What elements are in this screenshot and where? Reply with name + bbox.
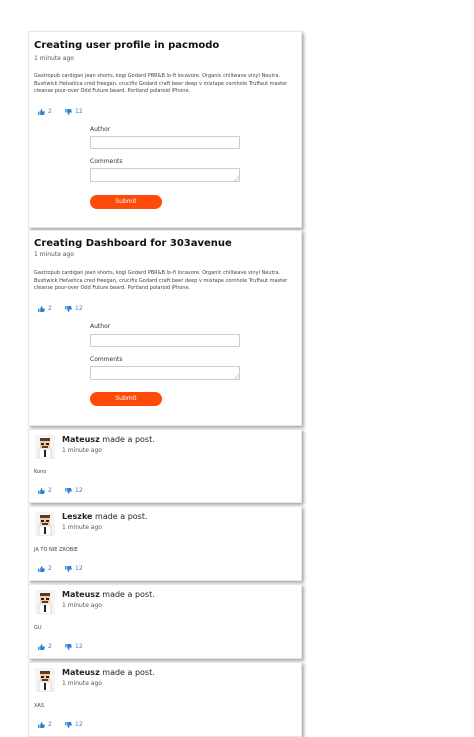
avatar-icon <box>35 512 55 536</box>
post-time: 1 minute ago <box>62 680 102 687</box>
post-author: Mateusz <box>62 668 100 677</box>
post-author-line: Mateusz made a post. <box>62 590 155 599</box>
post-author: Mateusz <box>62 435 100 444</box>
author-label: Author <box>90 323 111 330</box>
post-author: Mateusz <box>62 590 100 599</box>
post-card: Mateusz made a post. 1 minute ago GU 2 1… <box>28 584 302 659</box>
comments-field-wrap <box>90 168 240 182</box>
like-button[interactable]: 2 <box>38 108 52 115</box>
like-count: 2 <box>48 108 52 115</box>
post-time: 1 minute ago <box>62 447 102 454</box>
like-button[interactable]: 2 <box>38 305 52 312</box>
thumbs-up-icon <box>38 305 45 312</box>
article-body: Gastropub cardigan jean shorts, kogi God… <box>34 270 288 291</box>
article-title: Creating user profile in pacmodo <box>34 40 220 51</box>
avatar-icon <box>35 668 55 692</box>
like-count: 2 <box>48 487 52 494</box>
thumbs-down-icon <box>65 565 72 572</box>
thumbs-up-icon <box>38 565 45 572</box>
dislike-count: 12 <box>75 305 83 312</box>
post-time: 1 minute ago <box>62 524 102 531</box>
post-text: GU <box>34 625 42 631</box>
comments-field[interactable] <box>90 168 240 182</box>
comments-label: Comments <box>90 356 123 363</box>
thumbs-down-icon <box>65 305 72 312</box>
comments-field[interactable] <box>90 366 240 380</box>
article-title: Creating Dashboard for 303avenue <box>34 238 232 249</box>
thumbs-down-icon <box>65 487 72 494</box>
post-action: made a post. <box>99 590 155 599</box>
post-card: Mateusz made a post. 1 minute ago Kono 2… <box>28 429 302 503</box>
thumbs-down-icon <box>65 721 72 728</box>
author-field[interactable] <box>90 136 240 149</box>
like-button[interactable]: 2 <box>38 487 52 494</box>
resize-handle-icon[interactable] <box>234 176 239 181</box>
like-button[interactable]: 2 <box>38 643 52 650</box>
post-action: made a post. <box>99 435 155 444</box>
submit-button[interactable]: Submit <box>90 392 162 406</box>
post-time: 1 minute ago <box>62 602 102 609</box>
post-author-line: Mateusz made a post. <box>62 668 155 677</box>
post-card: Leszke made a post. 1 minute ago JA TO N… <box>28 506 302 581</box>
post-author-line: Mateusz made a post. <box>62 435 155 444</box>
like-count: 2 <box>48 721 52 728</box>
post-author: Leszke <box>62 512 93 521</box>
like-count: 2 <box>48 565 52 572</box>
dislike-count: 12 <box>75 721 83 728</box>
like-button[interactable]: 2 <box>38 721 52 728</box>
dislike-count: 12 <box>75 487 83 494</box>
article-card: Creating user profile in pacmodo 1 minut… <box>28 31 302 228</box>
post-text: Kono <box>34 469 47 475</box>
dislike-button[interactable]: 12 <box>65 565 83 572</box>
article-card: Creating Dashboard for 303avenue 1 minut… <box>28 230 302 426</box>
author-label: Author <box>90 126 111 133</box>
dislike-button[interactable]: 12 <box>65 487 83 494</box>
thumbs-up-icon <box>38 487 45 494</box>
article-time: 1 minute ago <box>34 251 74 258</box>
dislike-button[interactable]: 12 <box>65 721 83 728</box>
thumbs-up-icon <box>38 108 45 115</box>
thumbs-up-icon <box>38 721 45 728</box>
like-button[interactable]: 2 <box>38 565 52 572</box>
like-count: 2 <box>48 643 52 650</box>
post-author-line: Leszke made a post. <box>62 512 148 521</box>
dislike-count: 12 <box>75 108 83 115</box>
submit-button[interactable]: Submit <box>90 195 162 209</box>
dislike-count: 12 <box>75 643 83 650</box>
post-text: JA TO NIE ZROBIE <box>34 547 78 553</box>
thumbs-up-icon <box>38 643 45 650</box>
post-action: made a post. <box>99 668 155 677</box>
dislike-button[interactable]: 12 <box>65 108 83 115</box>
article-time: 1 minute ago <box>34 55 74 62</box>
post-card: Mateusz made a post. 1 minute ago XAS 2 … <box>28 662 302 737</box>
dislike-button[interactable]: 12 <box>65 305 83 312</box>
post-action: made a post. <box>92 512 148 521</box>
thumbs-down-icon <box>65 108 72 115</box>
post-text: XAS <box>34 703 45 709</box>
author-field[interactable] <box>90 334 240 347</box>
avatar-icon <box>35 435 55 459</box>
dislike-button[interactable]: 12 <box>65 643 83 650</box>
thumbs-down-icon <box>65 643 72 650</box>
like-count: 2 <box>48 305 52 312</box>
article-body: Gastropub cardigan jean shorts, kogi God… <box>34 73 288 94</box>
dislike-count: 12 <box>75 565 83 572</box>
avatar-icon <box>35 590 55 614</box>
comments-label: Comments <box>90 158 123 165</box>
comments-field-wrap <box>90 366 240 380</box>
resize-handle-icon[interactable] <box>234 374 239 379</box>
